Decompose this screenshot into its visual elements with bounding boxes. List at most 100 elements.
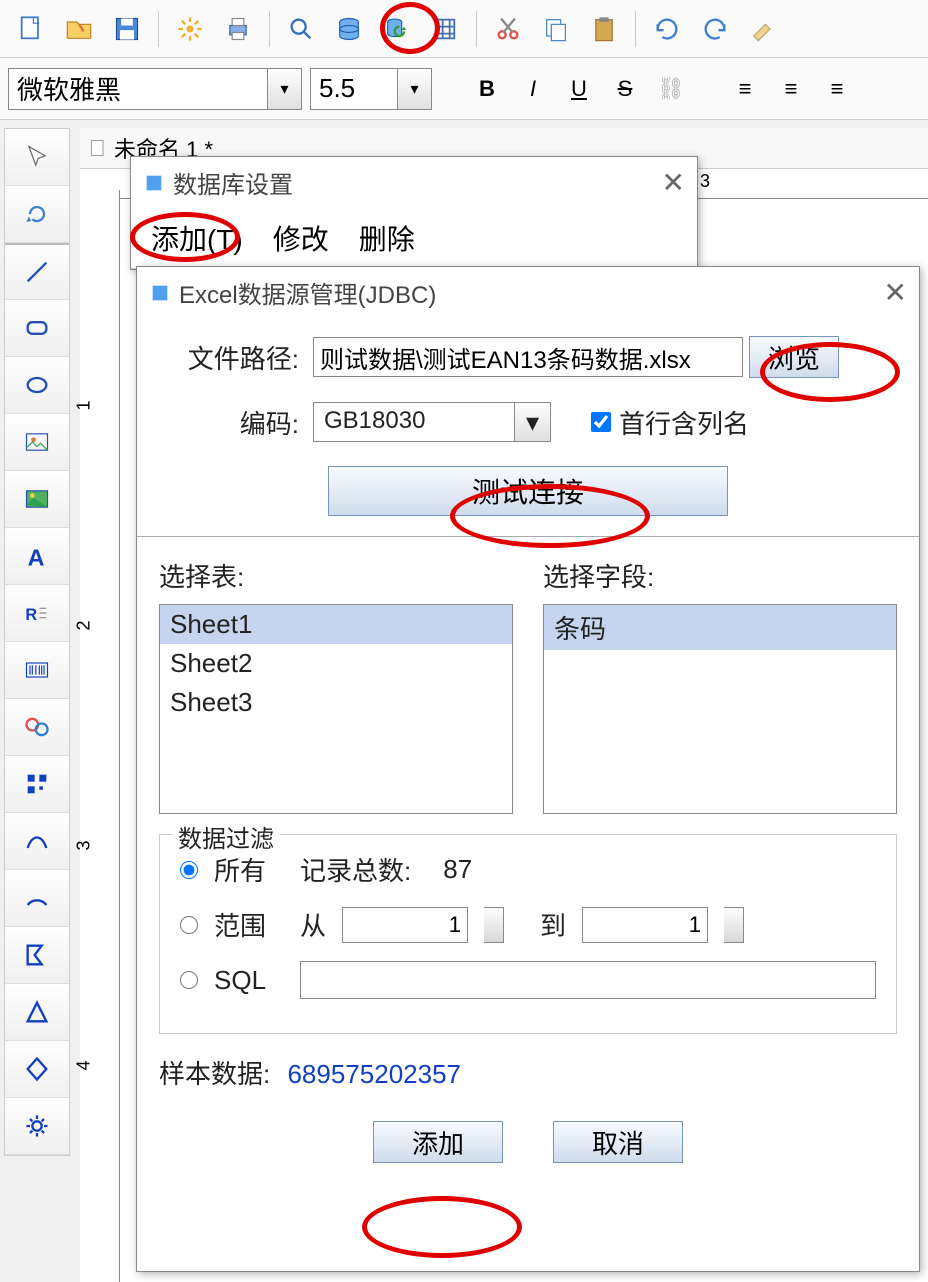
pointer-tool-icon[interactable] <box>5 129 69 186</box>
font-toolbar: 微软雅黑▾ 5.5▾ B I U S ⛓ ≡ ≡ ≡ <box>0 58 928 120</box>
database-modal-menu: 添加(T) 修改 删除 <box>131 208 697 269</box>
to-label: 到 <box>540 906 566 943</box>
paste-icon[interactable] <box>583 8 625 50</box>
align-left-icon[interactable]: ≡ <box>726 70 764 108</box>
test-connection-button[interactable]: 测试连接 <box>328 466 728 516</box>
align-right-icon[interactable]: ≡ <box>818 70 856 108</box>
qrcode-tool-icon[interactable] <box>5 756 69 813</box>
copy-icon[interactable] <box>535 8 577 50</box>
align-center-icon[interactable]: ≡ <box>772 70 810 108</box>
separator <box>137 536 919 537</box>
barcode-tool-icon[interactable] <box>5 642 69 699</box>
list-item[interactable]: 条码 <box>544 605 896 650</box>
encoding-value: GB18030 <box>314 403 514 441</box>
add-button[interactable]: 添加 <box>373 1121 503 1163</box>
redo-icon[interactable] <box>694 8 736 50</box>
curve-tool-icon[interactable] <box>5 813 69 870</box>
open-file-icon[interactable] <box>58 8 100 50</box>
ruler-tick: 4 <box>74 1060 95 1070</box>
database-modal-titlebar: 数据库设置 ✕ <box>131 157 697 208</box>
richtext-tool-icon[interactable]: R <box>5 585 69 642</box>
strike-button[interactable]: S <box>606 70 644 108</box>
database-icon[interactable] <box>328 8 370 50</box>
filter-legend: 数据过滤 <box>172 819 280 854</box>
menu-add[interactable]: 添加(T) <box>151 218 243 258</box>
grid-icon[interactable] <box>424 8 466 50</box>
separator <box>269 11 270 47</box>
font-name-dropdown-icon[interactable]: ▾ <box>267 69 301 109</box>
font-size-dropdown-icon[interactable]: ▾ <box>397 69 431 109</box>
fields-listbox[interactable]: 条码 <box>543 604 897 814</box>
encoding-label: 编码: <box>159 404 299 441</box>
sample-value: 689575202357 <box>287 1059 461 1089</box>
font-name-combo[interactable]: 微软雅黑▾ <box>8 68 302 110</box>
polygon-tool-icon[interactable] <box>5 927 69 984</box>
separator <box>635 11 636 47</box>
diamond-tool-icon[interactable] <box>5 1041 69 1098</box>
file-path-label: 文件路径: <box>159 339 299 376</box>
side-toolbar: A R <box>4 128 70 1156</box>
from-input[interactable] <box>342 907 468 943</box>
rounded-rect-tool-icon[interactable] <box>5 300 69 357</box>
filter-range-radio[interactable] <box>180 916 198 934</box>
line-tool-icon[interactable] <box>5 243 69 300</box>
ellipse-tool-icon[interactable] <box>5 357 69 414</box>
cut-icon[interactable] <box>487 8 529 50</box>
browse-button[interactable]: 浏览 <box>749 336 839 378</box>
to-input[interactable] <box>582 907 708 943</box>
list-item[interactable]: Sheet1 <box>160 605 512 644</box>
first-row-checkbox[interactable] <box>591 412 611 432</box>
filter-all-label: 所有 <box>214 851 284 888</box>
close-icon[interactable]: ✕ <box>884 276 907 309</box>
select-table-label: 选择表: <box>159 557 513 594</box>
from-spinner-icon[interactable] <box>484 907 504 943</box>
menu-modify[interactable]: 修改 <box>273 218 329 258</box>
excel-modal-titlebar: Excel数据源管理(JDBC) ✕ <box>137 267 919 318</box>
link-icon[interactable]: ⛓ <box>652 70 690 108</box>
ruler-tick: 3 <box>74 840 95 850</box>
sql-input[interactable] <box>300 961 876 999</box>
separator <box>158 11 159 47</box>
list-item[interactable]: Sheet3 <box>160 683 512 722</box>
list-item[interactable]: Sheet2 <box>160 644 512 683</box>
filter-all-radio[interactable] <box>180 861 198 879</box>
tables-listbox[interactable]: Sheet1 Sheet2 Sheet3 <box>159 604 513 814</box>
text-tool-icon[interactable]: A <box>5 528 69 585</box>
filter-sql-radio[interactable] <box>180 971 198 989</box>
cancel-button[interactable]: 取消 <box>553 1121 683 1163</box>
menu-delete[interactable]: 删除 <box>359 218 415 258</box>
database-refresh-icon[interactable] <box>376 8 418 50</box>
shape-tool-icon[interactable] <box>5 699 69 756</box>
italic-button[interactable]: I <box>514 70 552 108</box>
gear-tool-icon[interactable] <box>5 1098 69 1155</box>
file-path-input[interactable] <box>313 337 743 377</box>
separator <box>476 11 477 47</box>
image-tool-icon[interactable] <box>5 414 69 471</box>
encoding-select[interactable]: GB18030 ▾ <box>313 402 551 442</box>
print-icon[interactable] <box>217 8 259 50</box>
font-name-input[interactable]: 微软雅黑 <box>9 69 267 109</box>
underline-button[interactable]: U <box>560 70 598 108</box>
to-spinner-icon[interactable] <box>724 907 744 943</box>
encoding-dropdown-icon[interactable]: ▾ <box>514 403 550 441</box>
font-size-input[interactable]: 5.5 <box>311 69 397 109</box>
triangle-tool-icon[interactable] <box>5 984 69 1041</box>
rotate-tool-icon[interactable] <box>5 186 69 243</box>
arc-tool-icon[interactable] <box>5 870 69 927</box>
undo-icon[interactable] <box>646 8 688 50</box>
save-file-icon[interactable] <box>106 8 148 50</box>
bold-button[interactable]: B <box>468 70 506 108</box>
close-icon[interactable]: ✕ <box>662 166 685 199</box>
vertical-ruler: 1 2 3 4 <box>80 190 120 1282</box>
font-size-combo[interactable]: 5.5▾ <box>310 68 432 110</box>
database-settings-modal: 数据库设置 ✕ 添加(T) 修改 删除 <box>130 156 698 270</box>
select-field-label: 选择字段: <box>543 557 897 594</box>
settings-icon[interactable] <box>169 8 211 50</box>
zoom-icon[interactable] <box>280 8 322 50</box>
brush-icon[interactable] <box>742 8 784 50</box>
first-row-label: 首行含列名 <box>619 404 749 441</box>
filter-sql-label: SQL <box>214 965 284 996</box>
new-file-icon[interactable] <box>10 8 52 50</box>
main-toolbar <box>0 0 928 58</box>
picture-tool-icon[interactable] <box>5 471 69 528</box>
